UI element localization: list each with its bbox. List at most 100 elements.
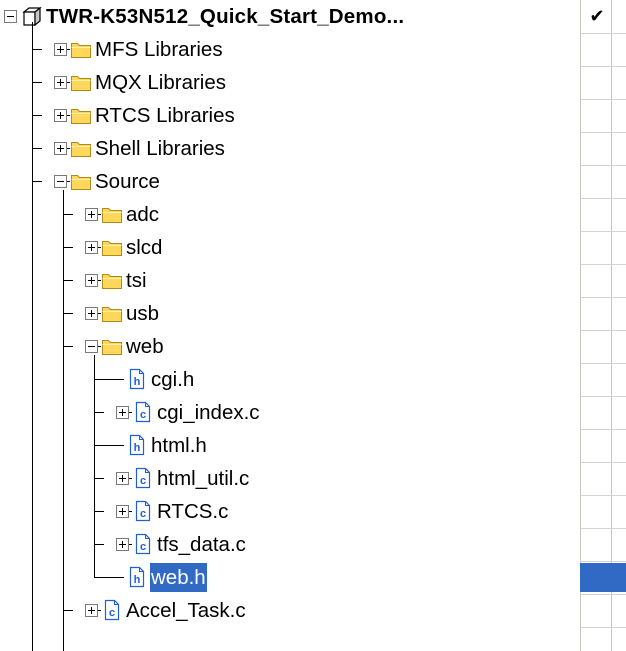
tree-row-project[interactable]: TWR-K53N512_Quick_Start_Demo... ✔ xyxy=(0,0,626,33)
row-divider xyxy=(580,429,626,430)
tree-connector xyxy=(94,445,124,446)
folder-icon xyxy=(102,307,122,322)
expand-icon[interactable] xyxy=(116,538,129,551)
tree-item-label[interactable]: cgi_index.c xyxy=(156,398,261,427)
c-file-icon: c xyxy=(135,401,151,423)
row-divider xyxy=(580,462,626,463)
row-divider xyxy=(580,330,626,331)
folder-icon xyxy=(102,274,122,289)
tree-row[interactable]: c RTCS.c xyxy=(0,495,626,528)
row-divider xyxy=(580,264,626,265)
expand-icon[interactable] xyxy=(116,472,129,485)
expand-icon[interactable] xyxy=(116,505,129,518)
tree-item-label[interactable]: web xyxy=(125,332,165,361)
tree-row[interactable]: adc xyxy=(0,198,626,231)
tree-connector xyxy=(32,181,42,182)
tree-connector xyxy=(94,544,104,545)
tree-row[interactable]: h cgi.h xyxy=(0,363,626,396)
collapse-icon[interactable] xyxy=(85,340,98,353)
tree-row[interactable]: h web.h xyxy=(0,561,626,594)
expand-icon[interactable] xyxy=(85,307,98,320)
folder-icon xyxy=(71,76,91,91)
row-divider xyxy=(580,231,626,232)
tree-item-label[interactable]: Source xyxy=(94,167,161,196)
folder-icon xyxy=(102,241,122,256)
expand-icon[interactable] xyxy=(85,274,98,287)
tree-item-label[interactable]: slcd xyxy=(125,233,163,262)
tree-connector xyxy=(94,478,104,479)
tree-item-label[interactable]: MFS Libraries xyxy=(94,35,224,64)
svg-text:c: c xyxy=(140,409,146,421)
tree-row[interactable]: MFS Libraries xyxy=(0,33,626,66)
tree-row[interactable]: h html.h xyxy=(0,429,626,462)
svg-text:c: c xyxy=(109,607,115,619)
tree-row[interactable]: slcd xyxy=(0,231,626,264)
tree-connector xyxy=(94,511,104,512)
tree-item-label[interactable]: RTCS Libraries xyxy=(94,101,236,130)
row-divider xyxy=(580,396,626,397)
tree-row[interactable]: Shell Libraries xyxy=(0,132,626,165)
tree-item-label[interactable]: Accel_Task.c xyxy=(125,596,247,625)
collapse-icon[interactable] xyxy=(54,175,67,188)
row-divider xyxy=(580,99,626,100)
tree-connector xyxy=(63,346,73,347)
tree-row[interactable]: usb xyxy=(0,297,626,330)
tree-row[interactable]: c tfs_data.c xyxy=(0,528,626,561)
tree-item-label[interactable]: html_util.c xyxy=(156,464,250,493)
folder-icon xyxy=(71,43,91,58)
tree-connector xyxy=(63,247,73,248)
tree-row[interactable]: web xyxy=(0,330,626,363)
row-divider xyxy=(580,528,626,529)
svg-text:h: h xyxy=(134,574,141,586)
tree-item-label[interactable]: tfs_data.c xyxy=(156,530,247,559)
folder-icon xyxy=(71,142,91,157)
expand-icon[interactable] xyxy=(54,43,67,56)
tree-row[interactable]: tsi xyxy=(0,264,626,297)
expand-icon[interactable] xyxy=(85,208,98,221)
tree-row[interactable]: MQX Libraries xyxy=(0,66,626,99)
c-file-icon: c xyxy=(135,467,151,489)
tree-item-label[interactable]: MQX Libraries xyxy=(94,68,227,97)
row-divider xyxy=(580,297,626,298)
row-divider xyxy=(580,627,626,628)
tree-item-label[interactable]: usb xyxy=(125,299,160,328)
row-divider xyxy=(580,594,626,595)
row-divider xyxy=(580,495,626,496)
tree-connector xyxy=(32,148,42,149)
folder-icon xyxy=(102,340,122,355)
row-divider xyxy=(580,66,626,67)
tree-item-label[interactable]: adc xyxy=(125,200,160,229)
expand-icon[interactable] xyxy=(54,76,67,89)
tree-item-label[interactable]: Shell Libraries xyxy=(94,134,226,163)
tree-item-label[interactable]: cgi.h xyxy=(150,365,195,394)
tree-item-label[interactable]: html.h xyxy=(150,431,208,460)
svg-text:h: h xyxy=(134,376,141,388)
expand-icon[interactable] xyxy=(116,406,129,419)
folder-icon xyxy=(71,175,91,190)
c-file-icon: c xyxy=(104,599,120,621)
svg-text:c: c xyxy=(140,508,146,520)
tree-item-label[interactable]: RTCS.c xyxy=(156,497,229,526)
header-file-icon: h xyxy=(129,434,145,456)
tree-item-label[interactable]: tsi xyxy=(125,266,148,295)
project-tree: TWR-K53N512_Quick_Start_Demo... ✔ MFS Li… xyxy=(0,0,626,651)
row-divider xyxy=(580,561,626,562)
tree-connector xyxy=(32,115,42,116)
project-name[interactable]: TWR-K53N512_Quick_Start_Demo... xyxy=(45,2,405,31)
expand-icon[interactable] xyxy=(85,604,98,617)
tree-row[interactable]: c Accel_Task.c xyxy=(0,594,626,627)
c-file-icon: c xyxy=(135,533,151,555)
tree-item-label[interactable]: web.h xyxy=(150,563,207,592)
expand-icon[interactable] xyxy=(85,241,98,254)
collapse-icon[interactable] xyxy=(4,10,17,23)
expand-icon[interactable] xyxy=(54,142,67,155)
expand-icon[interactable] xyxy=(54,109,67,122)
row-divider xyxy=(580,165,626,166)
tree-connector xyxy=(32,82,42,83)
tree-connector xyxy=(94,379,124,380)
tree-row[interactable]: RTCS Libraries xyxy=(0,99,626,132)
folder-icon xyxy=(102,208,122,223)
tree-row[interactable]: Source xyxy=(0,165,626,198)
tree-row[interactable]: c html_util.c xyxy=(0,462,626,495)
tree-row[interactable]: c cgi_index.c xyxy=(0,396,626,429)
